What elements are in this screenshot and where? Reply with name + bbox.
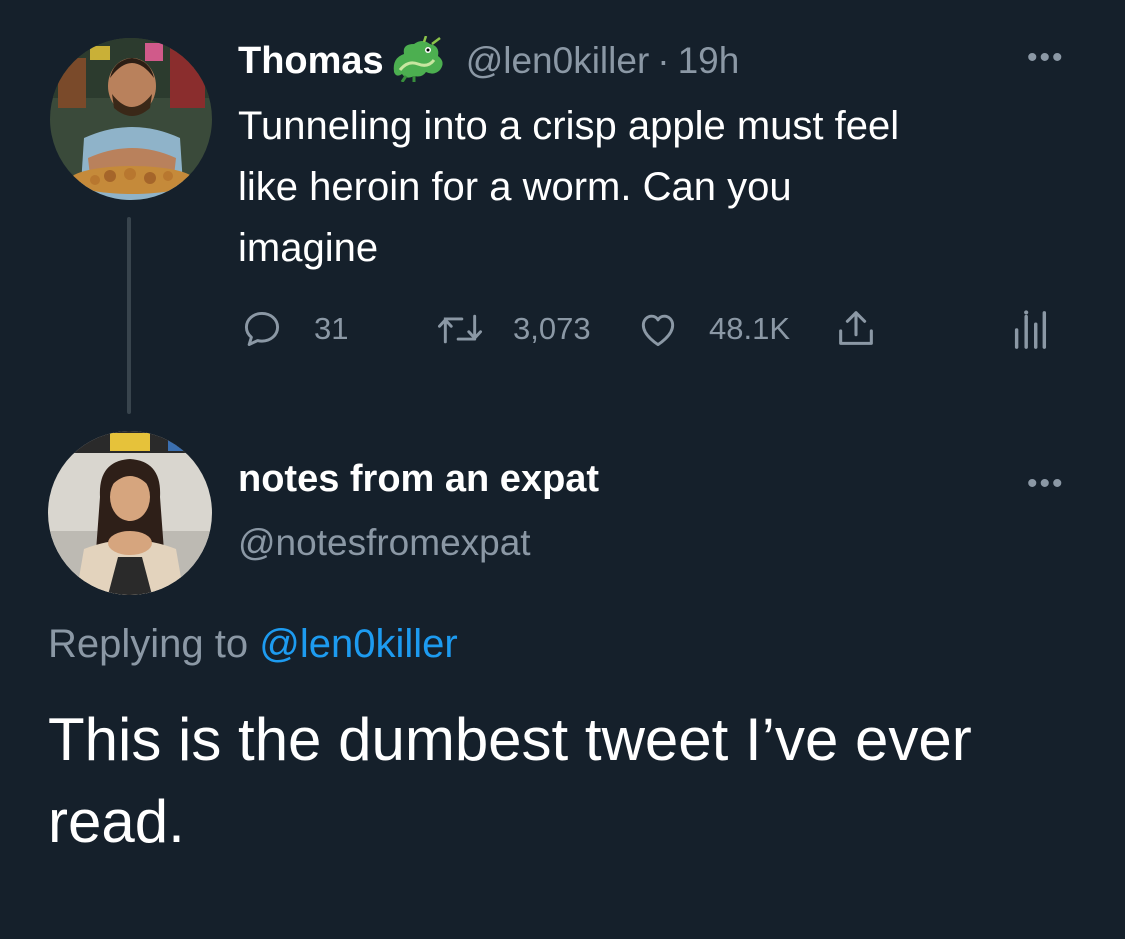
replying-to-context: Replying to @len0killer: [48, 622, 458, 667]
retweet-action[interactable]: 3,073: [435, 305, 591, 353]
reply-tweet-text: This is the dumbest tweet I’ve ever read…: [48, 699, 1108, 863]
share-icon: [832, 306, 880, 352]
tweet-header: Thomas @len0killer · 19h: [238, 35, 740, 87]
thread-connector-line: [127, 217, 131, 414]
tweet-text-line: like heroin for a worm. Can you: [238, 165, 792, 209]
tweet-text-line: Tunneling into a crisp apple must feel: [238, 104, 900, 148]
avatar-thomas[interactable]: [50, 38, 212, 200]
tweet-text-line: imagine: [238, 226, 379, 270]
more-options-button[interactable]: •••: [1027, 43, 1065, 73]
reply-text-line: This is the dumbest tweet I’ve ever: [48, 706, 972, 773]
reply-action[interactable]: 31: [240, 305, 348, 353]
tweet-timestamp[interactable]: 19h: [678, 40, 740, 82]
analytics-icon: [1012, 309, 1048, 351]
replying-to-mention-link[interactable]: @len0killer: [259, 622, 457, 666]
reply-more-options-button[interactable]: •••: [1027, 469, 1065, 499]
analytics-action[interactable]: [1012, 306, 1048, 354]
share-action[interactable]: [832, 305, 880, 353]
author-name[interactable]: Thomas: [238, 40, 384, 83]
retweet-count: 3,073: [513, 311, 591, 346]
reply-icon: [240, 307, 284, 351]
dragon-emoji-icon: [388, 35, 448, 87]
avatar-notesfromexpat-image: [48, 431, 212, 595]
reply-text-line: read.: [48, 788, 185, 855]
reply-author-name[interactable]: notes from an expat: [238, 458, 599, 501]
retweet-icon: [435, 307, 485, 351]
author-handle[interactable]: @len0killer: [466, 40, 650, 82]
reply-count: 31: [314, 311, 349, 346]
avatar-thomas-image: [50, 38, 212, 200]
separator-dot: ·: [657, 40, 670, 81]
like-count: 48.1K: [709, 311, 791, 346]
avatar-notesfromexpat[interactable]: [48, 431, 212, 595]
heart-icon: [635, 307, 681, 351]
reply-author-handle[interactable]: @notesfromexpat: [238, 522, 531, 564]
like-action[interactable]: 48.1K: [635, 305, 790, 353]
replying-to-label: Replying to: [48, 622, 249, 666]
tweet-text: Tunneling into a crisp apple must feel l…: [238, 96, 1068, 279]
